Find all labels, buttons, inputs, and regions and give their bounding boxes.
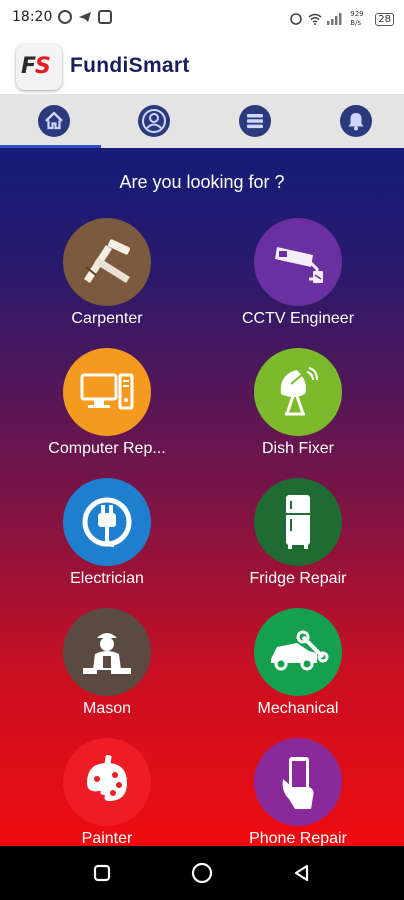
app-logo: FS [16, 44, 62, 90]
logo-letter-s: S [35, 54, 51, 79]
status-time: 18:20 [12, 9, 53, 25]
service-label: Fridge Repair [249, 570, 347, 587]
user-icon [137, 105, 170, 137]
service-label: Mason [82, 700, 132, 717]
bell-icon [339, 105, 372, 137]
plug-icon [63, 478, 151, 566]
service-label: Painter [81, 830, 133, 846]
vpn-icon [58, 10, 72, 24]
carpenter-tools-icon [63, 218, 151, 306]
tab-profile[interactable] [103, 94, 204, 148]
circle-icon [191, 862, 213, 884]
square-icon [93, 864, 111, 882]
service-label: Electrician [70, 570, 144, 587]
telegram-icon [78, 10, 92, 24]
app-notification-icon [98, 10, 112, 24]
service-carpenter[interactable]: Carpenter [22, 218, 192, 348]
net-speed: 929 B/s [350, 10, 364, 27]
service-computer-repair[interactable]: Computer Rep... [22, 348, 192, 478]
service-fridge-repair[interactable]: Fridge Repair [213, 478, 383, 608]
service-label: Dish Fixer [261, 440, 334, 457]
satellite-dish-icon [254, 348, 342, 436]
cctv-camera-icon [254, 218, 342, 306]
tab-home[interactable] [3, 94, 104, 148]
service-dish-fixer[interactable]: Dish Fixer [213, 348, 383, 478]
back-button[interactable] [272, 846, 332, 900]
paint-palette-icon [63, 738, 151, 826]
logo-letter-f: F [21, 54, 36, 79]
service-mechanical[interactable]: Mechanical [213, 608, 383, 738]
tab-list[interactable] [204, 94, 305, 148]
signal-icon [327, 13, 342, 25]
fridge-icon [254, 478, 342, 566]
car-wrench-icon [254, 608, 342, 696]
service-mason[interactable]: Mason [22, 608, 192, 738]
home-button[interactable] [172, 846, 232, 900]
system-indicators: 929 B/s 28 [289, 10, 394, 28]
service-label: Carpenter [71, 310, 143, 327]
service-label: Mechanical [257, 700, 339, 717]
tab-bar [0, 94, 404, 148]
service-cctv-engineer[interactable]: CCTV Engineer [213, 218, 383, 348]
home-icon [37, 105, 70, 137]
services-heading: Are you looking for ? [119, 172, 285, 192]
status-bar: 18:20 929 B/s 28 [0, 0, 404, 36]
system-nav-bar [0, 846, 404, 900]
service-label: CCTV Engineer [241, 310, 355, 327]
triangle-back-icon [294, 864, 309, 882]
service-painter[interactable]: Painter [22, 738, 192, 846]
battery-indicator: 28 [375, 12, 394, 26]
app-header: FS FundiSmart [0, 36, 404, 94]
app-title: FundiSmart [70, 54, 190, 77]
services-panel: Are you looking for ? Carpenter CCTV Eng… [0, 148, 404, 846]
wifi-icon [308, 13, 322, 25]
mason-worker-icon [63, 608, 151, 696]
recent-apps-button[interactable] [72, 846, 132, 900]
service-label: Computer Rep... [48, 440, 166, 457]
phone-hand-icon [254, 738, 342, 826]
service-electrician[interactable]: Electrician [22, 478, 192, 608]
computer-icon [63, 348, 151, 436]
tab-notifications[interactable] [305, 94, 404, 148]
list-icon [238, 105, 271, 137]
service-label: Phone Repair [249, 830, 347, 846]
notification-icons [58, 10, 112, 24]
service-phone-repair[interactable]: Phone Repair [213, 738, 383, 846]
alarm-icon [290, 13, 303, 25]
